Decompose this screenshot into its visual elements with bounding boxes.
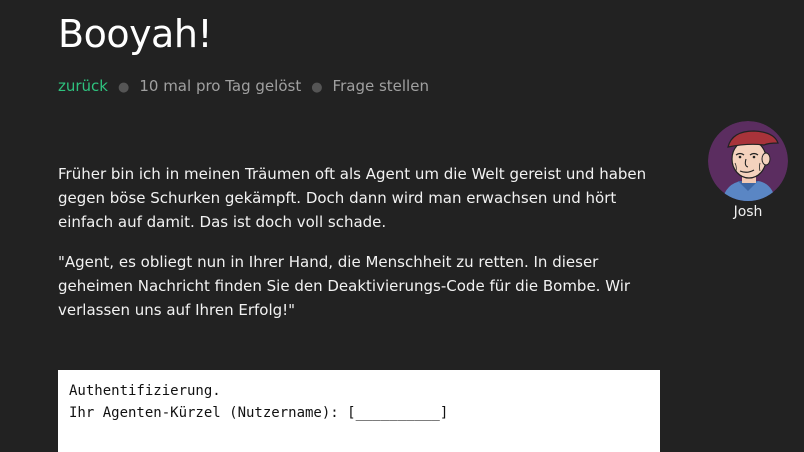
old-man-portrait-icon: [708, 121, 788, 201]
back-link[interactable]: zurück: [58, 77, 108, 95]
author-card[interactable]: Josh: [708, 121, 788, 220]
nav-bar: zurück ● 10 mal pro Tag gelöst ● Frage stell…: [58, 76, 429, 98]
page-title: Booyah!: [58, 12, 213, 56]
separator-dot: ●: [118, 80, 130, 95]
ask-question-link[interactable]: Frage stellen: [333, 77, 429, 95]
terminal-prompt: Ihr Agenten-Kürzel (Nutzername): [______…: [69, 405, 449, 421]
author-name: Josh: [733, 204, 763, 220]
solved-count: 10 mal pro Tag gelöst: [139, 77, 302, 95]
separator-dot: ●: [311, 80, 323, 95]
terminal-line: Authentifizierung.: [69, 383, 221, 399]
mission-paragraph: "Agent, es obliegt nun in Ihrer Hand, di…: [58, 253, 631, 319]
terminal-window[interactable]: Authentifizierung. Ihr Agenten-Kürzel (N…: [58, 370, 660, 452]
intro-paragraph: Früher bin ich in meinen Träumen oft als…: [58, 165, 647, 231]
